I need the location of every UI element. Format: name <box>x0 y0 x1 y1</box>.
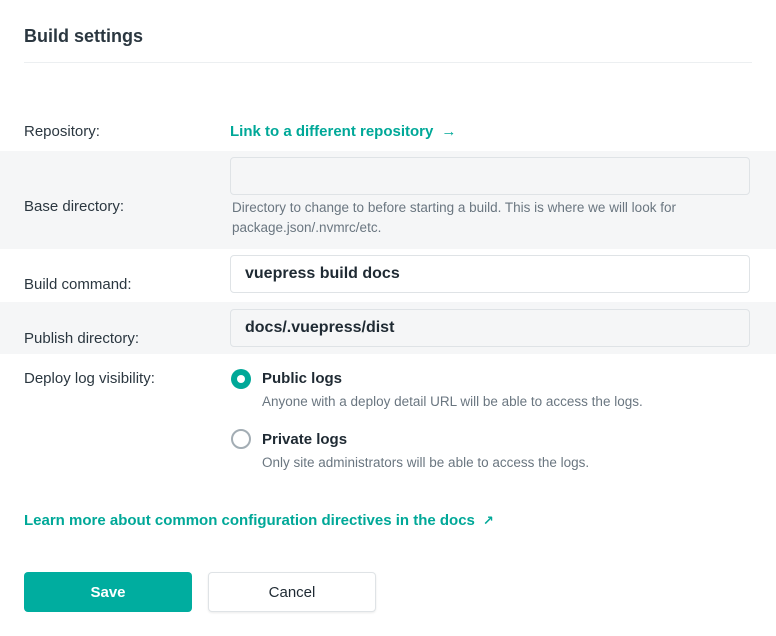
docs-link-label: Learn more about common configuration di… <box>24 512 475 529</box>
base-directory-label: Base directory: <box>24 198 125 215</box>
private-logs-description: Only site administrators will be able to… <box>262 455 590 470</box>
link-different-repository[interactable]: Link to a different repository → <box>230 123 456 140</box>
build-command-input[interactable] <box>230 255 750 293</box>
base-directory-help-line1: Directory to change to before starting a… <box>232 200 676 215</box>
repository-label: Repository: <box>24 123 100 140</box>
cancel-button[interactable]: Cancel <box>208 572 376 612</box>
panel-title: Build settings <box>24 26 144 46</box>
docs-link[interactable]: Learn more about common configuration di… <box>24 512 494 529</box>
base-directory-help: Directory to change to before starting a… <box>232 198 676 238</box>
public-logs-title: Public logs <box>262 370 343 387</box>
radio-private-logs[interactable] <box>231 429 251 449</box>
base-directory-help-line2: package.json/.nvmrc/etc. <box>232 220 382 235</box>
build-settings-panel: Build settings Repository: Link to a dif… <box>0 0 776 636</box>
private-logs-title: Private logs <box>262 431 348 448</box>
public-logs-description: Anyone with a deploy detail URL will be … <box>262 394 643 409</box>
publish-directory-label: Publish directory: <box>24 330 140 347</box>
arrow-right-icon: → <box>441 123 457 140</box>
build-command-label: Build command: <box>24 276 132 293</box>
deploy-log-visibility-label: Deploy log visibility: <box>24 370 155 387</box>
link-different-repository-label: Link to a different repository <box>230 123 434 140</box>
title-divider <box>24 62 752 63</box>
external-link-arrow-icon: ↗ <box>482 513 494 528</box>
base-directory-input[interactable] <box>230 157 750 195</box>
save-button[interactable]: Save <box>24 572 192 612</box>
publish-directory-input[interactable] <box>230 309 750 347</box>
radio-public-logs[interactable] <box>231 369 251 389</box>
